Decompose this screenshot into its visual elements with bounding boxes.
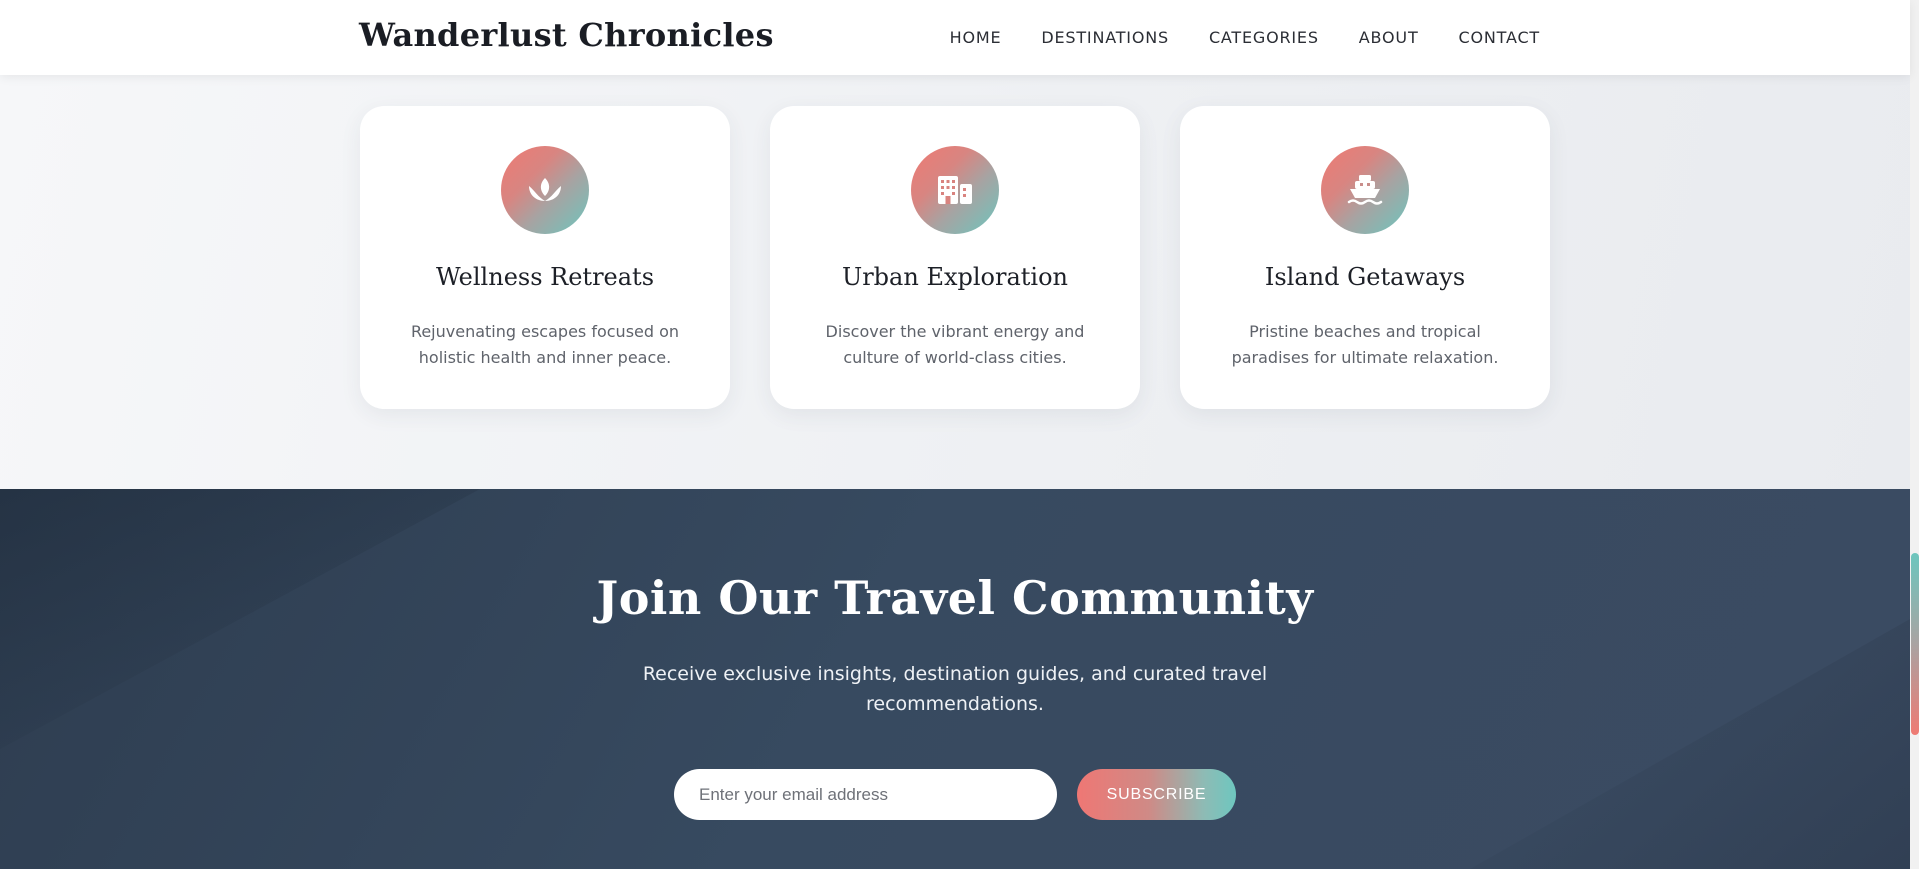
nav-contact[interactable]: CONTACT	[1459, 28, 1540, 47]
category-card-urban[interactable]: Urban Exploration Discover the vibrant e…	[770, 106, 1140, 409]
card-title: Island Getaways	[1264, 263, 1466, 291]
newsletter-description: Receive exclusive insights, destination …	[642, 663, 1268, 715]
category-card-island[interactable]: Island Getaways Pristine beaches and tro…	[1180, 106, 1550, 409]
nav-about[interactable]: ABOUT	[1359, 28, 1419, 47]
card-title: Urban Exploration	[841, 263, 1068, 291]
card-description: Discover the vibrant energy and culture …	[825, 322, 1085, 367]
main-nav: HOME DESTINATIONS CATEGORIES ABOUT CONTA…	[950, 0, 1540, 75]
lotus-icon	[501, 146, 589, 234]
newsletter-section: Join Our Travel Community Receive exclus…	[0, 489, 1910, 869]
nav-destinations[interactable]: DESTINATIONS	[1041, 28, 1169, 47]
categories-section: Wellness Retreats Rejuvenating escapes f…	[0, 75, 1910, 489]
email-input[interactable]	[674, 769, 1057, 820]
nav-categories[interactable]: CATEGORIES	[1209, 28, 1319, 47]
site-logo[interactable]: Wanderlust Chronicles	[359, 16, 774, 54]
page: Wanderlust Chronicles HOME DESTINATIONS …	[0, 0, 1919, 869]
card-description: Pristine beaches and tropical paradises …	[1231, 322, 1499, 367]
card-title: Wellness Retreats	[435, 263, 655, 291]
site-header: Wanderlust Chronicles HOME DESTINATIONS …	[0, 0, 1910, 75]
card-description: Rejuvenating escapes focused on holistic…	[410, 322, 680, 367]
subscribe-button[interactable]: SUBSCRIBE	[1077, 769, 1236, 820]
scrollbar-thumb[interactable]	[1911, 553, 1919, 735]
scrollbar-track[interactable]	[1910, 0, 1919, 869]
ship-icon	[1321, 146, 1409, 234]
newsletter-title: Join Our Travel Community	[596, 571, 1314, 625]
category-card-wellness[interactable]: Wellness Retreats Rejuvenating escapes f…	[360, 106, 730, 409]
decorative-shape	[1470, 619, 1910, 869]
city-buildings-icon	[911, 146, 999, 234]
nav-home[interactable]: HOME	[950, 28, 1002, 47]
